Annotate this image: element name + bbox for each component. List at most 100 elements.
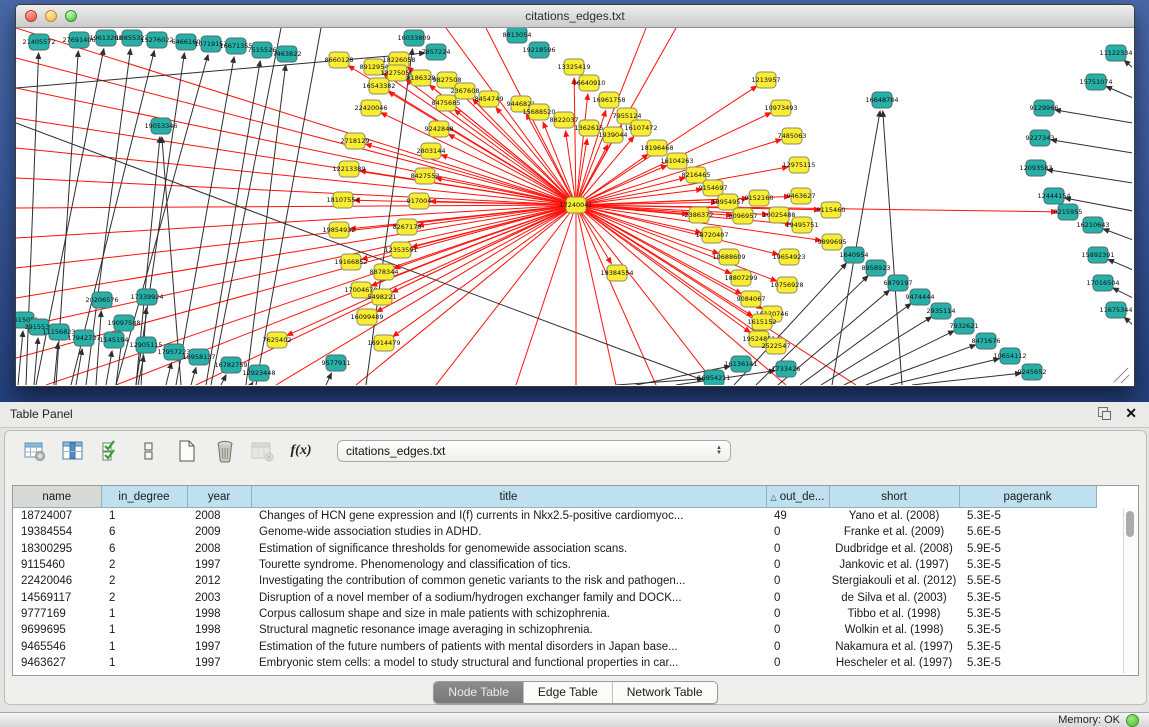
graph-node[interactable]: 7932621: [950, 318, 979, 334]
graph-node[interactable]: 7485063: [778, 128, 807, 144]
graph-node[interactable]: 2935114: [927, 303, 956, 319]
graph-node[interactable]: 10688609: [712, 249, 745, 265]
close-window-button[interactable]: [25, 10, 37, 22]
minimize-window-button[interactable]: [45, 10, 57, 22]
graph-node[interactable]: 19384554: [600, 265, 633, 281]
graph-node[interactable]: 9115460: [817, 202, 846, 218]
graph-edge[interactable]: [16, 205, 576, 328]
graph-node[interactable]: 9084067: [737, 291, 766, 307]
graph-node[interactable]: 9129966: [1030, 100, 1059, 116]
graph-node[interactable]: 19166852: [334, 254, 367, 270]
zoom-window-button[interactable]: [65, 10, 77, 22]
graph-node[interactable]: 11675344: [1099, 302, 1132, 318]
graph-node[interactable]: 1733426: [772, 361, 801, 377]
graph-edge[interactable]: [1113, 288, 1132, 298]
table-row[interactable]: 946554611997Estimation of the future num…: [13, 638, 1096, 654]
graph-node[interactable]: 1615152: [748, 314, 777, 330]
column-header-name[interactable]: name: [13, 486, 101, 508]
graph-node[interactable]: 2803144: [417, 143, 446, 159]
graph-edge[interactable]: [381, 113, 576, 205]
graph-edge[interactable]: [1124, 317, 1132, 325]
column-header-short[interactable]: short: [829, 486, 959, 508]
close-panel-icon[interactable]: ✕: [1125, 407, 1137, 420]
table-row[interactable]: 977716911998Corpus callosum shape and si…: [13, 606, 1096, 622]
graph-node[interactable]: 16640910: [572, 75, 605, 91]
graph-node[interactable]: 7463822: [273, 46, 302, 62]
graph-node[interactable]: 19495751: [785, 217, 818, 233]
table-row[interactable]: 1456911722003Disruption of a novel membe…: [13, 589, 1096, 605]
table-row[interactable]: 1938455462009Genome-wide association stu…: [13, 524, 1096, 540]
graph-node[interactable]: 1640954: [840, 247, 869, 263]
graph-node[interactable]: 16099489: [350, 309, 383, 325]
table-row[interactable]: 2242004622012Investigating the contribut…: [13, 573, 1096, 589]
graph-node[interactable]: 8660128: [325, 52, 354, 68]
graph-node[interactable]: 9227343: [1026, 130, 1055, 146]
graph-node[interactable]: 1213957: [752, 72, 781, 88]
graph-node[interactable]: 8813054: [503, 28, 532, 43]
graph-node[interactable]: 2718129: [341, 133, 370, 149]
graph-edge[interactable]: [576, 205, 611, 264]
graph-node[interactable]: 9242848: [425, 121, 454, 137]
graph-node[interactable]: 15751074: [1079, 74, 1112, 90]
graph-node[interactable]: 9152160: [745, 190, 774, 206]
graph-edge[interactable]: [1103, 229, 1132, 240]
table-row[interactable]: 1830029562008Estimation of significance …: [13, 541, 1096, 557]
network-view-window[interactable]: citations_edges.txt 21405572276914061961…: [15, 4, 1135, 387]
table-row[interactable]: 911546021997Tourette syndrome. Phenomeno…: [13, 557, 1096, 573]
graph-node[interactable]: 9245652: [1018, 364, 1047, 380]
column-header-out_de[interactable]: △out_de...: [766, 486, 829, 508]
delete-column-icon[interactable]: [211, 438, 239, 464]
graph-edge[interactable]: [436, 178, 576, 205]
graph-edge[interactable]: [616, 379, 703, 385]
table-selector-combobox[interactable]: citations_edges.txt ▲▼: [337, 440, 731, 462]
graph-node[interactable]: 13325419: [557, 59, 590, 75]
graph-edge[interactable]: [800, 304, 911, 385]
graph-node[interactable]: 16033809: [397, 30, 430, 46]
graph-node[interactable]: 16954211: [697, 370, 730, 385]
graph-edge[interactable]: [1047, 170, 1132, 183]
graph-node[interactable]: 16961758: [592, 92, 625, 108]
column-header-year[interactable]: year: [187, 486, 251, 508]
graph-edge[interactable]: [392, 205, 576, 292]
graph-edge[interactable]: [883, 111, 902, 385]
graph-node[interactable]: 19854932: [322, 222, 355, 238]
graph-edge[interactable]: [326, 373, 331, 385]
graph-node[interactable]: 8215955: [1054, 204, 1083, 220]
select-columns-icon[interactable]: [97, 438, 125, 464]
graph-node[interactable]: 12444154: [1037, 188, 1070, 204]
graph-edge[interactable]: [116, 55, 208, 385]
table-scrollbar-thumb[interactable]: [1126, 511, 1134, 537]
graph-node[interactable]: 8878344: [370, 264, 399, 280]
graph-edge[interactable]: [251, 382, 253, 385]
graph-edge[interactable]: [166, 363, 171, 385]
column-header-in_degree[interactable]: in_degree: [101, 486, 187, 508]
graph-node[interactable]: 11122334: [1099, 45, 1132, 61]
graph-node[interactable]: 19654923: [772, 249, 805, 265]
graph-node[interactable]: 21405572: [22, 34, 55, 50]
graph-edge[interactable]: [176, 57, 234, 385]
graph-node[interactable]: 8427552: [411, 168, 440, 184]
graph-node[interactable]: 19218596: [522, 42, 555, 58]
graph-node[interactable]: 19097588: [107, 315, 140, 331]
table-row[interactable]: 1872400712008Changes of HCN gene express…: [13, 508, 1096, 525]
graph-node[interactable]: 12213389: [332, 161, 365, 177]
graph-edge[interactable]: [1106, 86, 1132, 98]
graph-edge[interactable]: [574, 78, 576, 205]
graph-node[interactable]: 7857224: [422, 44, 451, 60]
graph-edge[interactable]: [106, 351, 112, 385]
graph-edge[interactable]: [1051, 140, 1132, 153]
graph-edge[interactable]: [16, 205, 576, 268]
row-height-icon[interactable]: [135, 438, 163, 464]
graph-node[interactable]: 8454749: [475, 91, 504, 107]
graph-edge[interactable]: [1124, 60, 1132, 68]
graph-node[interactable]: 17339924: [130, 289, 163, 305]
table-scrollbar[interactable]: [1123, 508, 1137, 674]
graph-node[interactable]: 1145194: [100, 332, 129, 348]
window-titlebar[interactable]: citations_edges.txt: [16, 5, 1134, 28]
graph-edge[interactable]: [16, 205, 576, 298]
graph-node[interactable]: 16136141: [724, 356, 757, 372]
graph-node[interactable]: 12093583: [1019, 160, 1052, 176]
graph-node[interactable]: 9577911: [322, 355, 351, 371]
graph-node[interactable]: 8475685: [432, 95, 461, 111]
graph-node[interactable]: 6879197: [884, 275, 913, 291]
